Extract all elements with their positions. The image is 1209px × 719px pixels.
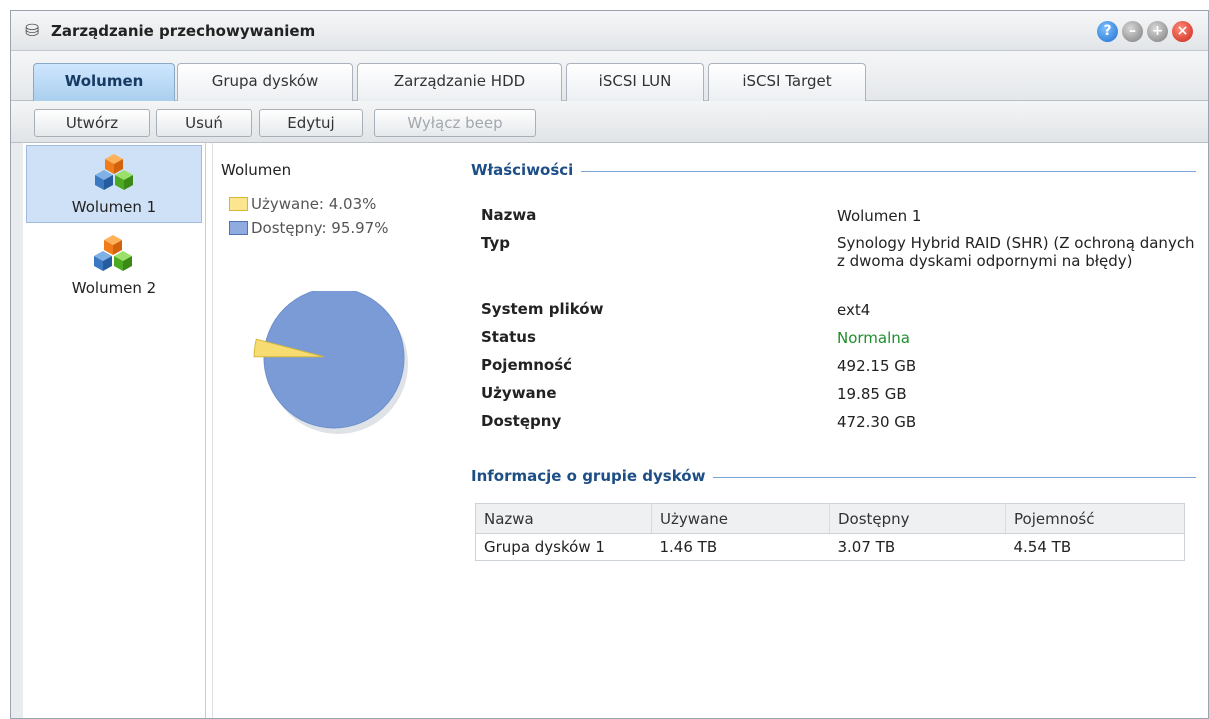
prop-type-key: Typ [481, 234, 510, 252]
volume-list-item-2[interactable]: Wolumen 2 [26, 227, 202, 305]
usage-title: Wolumen [221, 161, 292, 179]
title-bar[interactable]: ⛁ Zarządzanie przechowywaniem ? – + × [11, 11, 1208, 51]
volume-list-item-label: Wolumen 2 [71, 279, 157, 297]
tab-disk-group[interactable]: Grupa dysków [177, 63, 353, 101]
properties-heading: Właściwości [471, 161, 582, 179]
usage-pie-chart [253, 291, 408, 434]
create-button[interactable]: Utwórz [34, 109, 150, 137]
column-header[interactable]: Nazwa [475, 503, 652, 534]
legend-free-label: Dostępny: 95.97% [251, 219, 389, 237]
prop-used-key: Używane [481, 384, 557, 402]
prop-free-key: Dostępny [481, 412, 562, 430]
prop-capacity-value: 492.15 GB [837, 357, 917, 375]
table-row[interactable]: Grupa dysków 1 1.46 TB 3.07 TB 4.54 TB [476, 534, 1185, 561]
volume-cubes-icon [94, 235, 132, 271]
pie-slice-free [263, 291, 405, 429]
edit-button[interactable]: Edytuj [259, 109, 363, 137]
legend-free-swatch [229, 221, 248, 235]
prop-filesystem-value: ext4 [837, 301, 871, 319]
window-title: Zarządzanie przechowywaniem [51, 22, 316, 40]
disk-group-section-header: Informacje o grupie dysków [471, 467, 1196, 489]
column-header[interactable]: Dostępny [829, 503, 1006, 534]
volume-list-item-label: Wolumen 1 [71, 198, 157, 216]
prop-filesystem-key: System plików [481, 300, 604, 318]
prop-free-value: 472.30 GB [837, 413, 917, 431]
prop-name-value: Wolumen 1 [837, 207, 922, 225]
legend-used: Używane: 4.03% [229, 195, 376, 213]
legend-used-swatch [229, 197, 248, 211]
toolbar: Utwórz Usuń Edytuj Wyłącz beep [11, 101, 1208, 143]
table-cell: Grupa dysków 1 [484, 538, 605, 556]
prop-type-value: Synology Hybrid RAID (SHR) (Z ochroną da… [837, 234, 1195, 270]
table-header-row: Nazwa Używane Dostępny Pojemność [475, 503, 1185, 534]
volume-cubes-icon [95, 154, 133, 190]
table-cell: 4.54 TB [1013, 538, 1072, 556]
properties-section-header: Właściwości [471, 161, 1196, 183]
storage-manager-icon: ⛁ [25, 21, 40, 41]
prop-name-key: Nazwa [481, 206, 537, 224]
help-icon[interactable]: ? [1097, 21, 1118, 42]
delete-button[interactable]: Usuń [156, 109, 252, 137]
main-content: Wolumen 1 Wolumen 2 Wolumen Używane: 4.0… [23, 143, 1208, 718]
disable-beep-button[interactable]: Wyłącz beep [374, 109, 536, 137]
minimize-icon[interactable]: – [1122, 21, 1143, 42]
volume-list-item-1[interactable]: Wolumen 1 [26, 145, 202, 223]
column-header[interactable]: Używane [651, 503, 830, 534]
tab-bar: Wolumen Grupa dysków Zarządzanie HDD iSC… [11, 51, 1208, 101]
legend-used-label: Używane: 4.03% [251, 195, 377, 213]
prop-status-value: Normalna [837, 329, 910, 347]
volume-list: Wolumen 1 Wolumen 2 [23, 143, 206, 718]
prop-used-value: 19.85 GB [837, 385, 907, 403]
maximize-icon[interactable]: + [1147, 21, 1168, 42]
disk-group-heading: Informacje o grupie dysków [471, 467, 714, 485]
tab-iscsi-lun[interactable]: iSCSI LUN [566, 63, 704, 101]
storage-manager-window: ⛁ Zarządzanie przechowywaniem ? – + × Wo… [10, 10, 1209, 719]
table-cell: 1.46 TB [659, 538, 718, 556]
tab-iscsi-target[interactable]: iSCSI Target [708, 63, 866, 101]
prop-capacity-key: Pojemność [481, 356, 573, 374]
table-cell: 3.07 TB [837, 538, 896, 556]
prop-status-key: Status [481, 328, 536, 346]
panel-divider [212, 143, 213, 718]
legend-free: Dostępny: 95.97% [229, 219, 388, 237]
tab-volume[interactable]: Wolumen [33, 63, 175, 101]
column-header[interactable]: Pojemność [1005, 503, 1185, 534]
close-icon[interactable]: × [1172, 21, 1193, 42]
tab-hdd-management[interactable]: Zarządzanie HDD [357, 63, 562, 101]
disk-group-table: Nazwa Używane Dostępny Pojemność Grupa d… [475, 503, 1185, 561]
